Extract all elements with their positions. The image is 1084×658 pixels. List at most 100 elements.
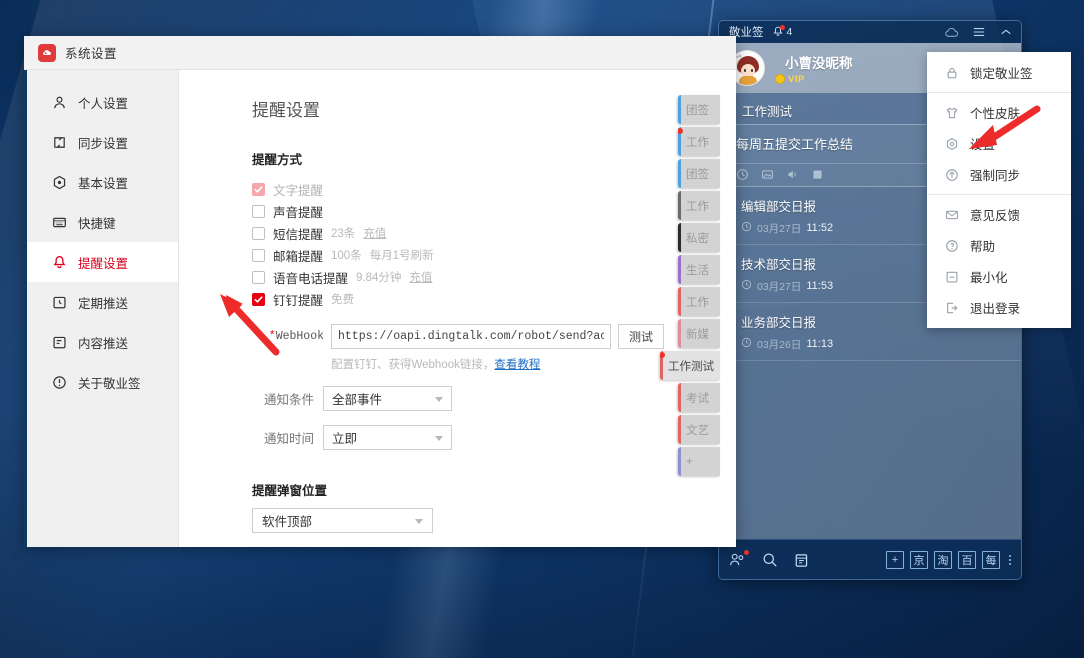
menu-item-label: 最小化: [970, 271, 1008, 285]
quick-link-button-2[interactable]: 京: [910, 550, 928, 569]
category-tab[interactable]: 私密: [678, 223, 720, 252]
category-tab[interactable]: 文艺: [678, 415, 720, 444]
jyq-bottom-toolbar[interactable]: + 京淘百每: [719, 539, 1021, 579]
hamburger-menu-icon[interactable]: [972, 26, 986, 38]
tab-label: 新媒: [686, 328, 709, 341]
envelope-icon: [944, 207, 959, 222]
sidebar-item-1[interactable]: 个人设置: [27, 82, 178, 122]
reminder-method-label: 文字提醒: [273, 183, 324, 198]
jyq-context-menu[interactable]: 锁定敬业签个性皮肤设置强制同步意见反馈帮助最小化退出登录: [927, 52, 1071, 328]
clock-icon[interactable]: [736, 168, 749, 181]
sidebar-item-2[interactable]: 同步设置: [27, 122, 178, 162]
recharge-link[interactable]: 充值: [363, 225, 386, 241]
category-tab[interactable]: 团签: [678, 159, 720, 188]
jyq-titlebar: 敬业签 4: [719, 21, 1021, 43]
bell-icon[interactable]: [772, 25, 785, 38]
menu-item-5[interactable]: 意见反馈: [927, 199, 1071, 230]
category-tab[interactable]: 工作测试: [660, 351, 720, 380]
system-settings-window[interactable]: 系统设置 个人设置同步设置 基本设置快捷键提醒设置 定期推送 内容推送关于敬业签 提醒…: [24, 36, 736, 547]
sidebar-item-label: 快捷键: [78, 216, 116, 231]
reminder-method-label: 短信提醒: [273, 227, 324, 242]
sidebar-item-7[interactable]: 内容推送: [27, 322, 178, 362]
note-title: 业务部交日报: [741, 316, 817, 330]
menu-item-7[interactable]: 最小化: [927, 261, 1071, 292]
sound-icon[interactable]: [786, 168, 799, 181]
note-time: 11:52: [806, 222, 834, 234]
sidebar-item-6[interactable]: 定期推送: [27, 282, 178, 322]
popup-position-value: 软件顶部: [262, 515, 313, 529]
sidebar-item-4[interactable]: 快捷键: [27, 202, 178, 242]
menu-separator: [927, 194, 1071, 195]
category-tab[interactable]: 新媒: [678, 319, 720, 348]
sync-icon: [52, 135, 67, 150]
stop-icon[interactable]: [811, 168, 824, 181]
search-icon[interactable]: [762, 552, 778, 568]
chevron-up-icon[interactable]: [999, 26, 1013, 38]
webhook-test-button[interactable]: 测试: [618, 324, 664, 349]
recharge-link[interactable]: 充值: [409, 269, 432, 285]
tab-label: 团签: [686, 168, 709, 181]
category-tab-strip[interactable]: 团签 工作 团签 工作 私密 生活 工作 新媒 工作测试 考试 文艺 +: [660, 95, 720, 476]
sidebar-item-label: 关于敬业签: [78, 376, 141, 391]
category-tab[interactable]: 工作: [678, 191, 720, 220]
menu-item-8[interactable]: 退出登录: [927, 292, 1071, 323]
notify-time-value: 立即: [332, 432, 358, 446]
tab-label: 考试: [686, 392, 709, 405]
tab-label: 私密: [686, 232, 709, 245]
settings-window-title: 系统设置: [65, 47, 118, 61]
category-tab[interactable]: 工作: [678, 127, 720, 156]
quick-links[interactable]: + 京淘百每: [886, 550, 1011, 569]
category-tab[interactable]: 考试: [678, 383, 720, 412]
menu-item-4[interactable]: 强制同步: [927, 159, 1071, 190]
menu-item-1[interactable]: 锁定敬业签: [927, 57, 1071, 88]
note-date: 03月27日: [757, 280, 802, 293]
reminder-method-quota: 100条: [331, 250, 362, 262]
cloud-icon[interactable]: [944, 26, 959, 39]
sidebar-item-8[interactable]: 关于敬业签: [27, 362, 178, 402]
category-tab[interactable]: +: [678, 447, 720, 476]
chevron-down-icon: [435, 396, 443, 402]
settings-sidebar[interactable]: 个人设置同步设置 基本设置快捷键提醒设置 定期推送 内容推送关于敬业签: [24, 70, 179, 547]
menu-item-label: 帮助: [970, 240, 996, 254]
note-time: 11:53: [806, 280, 834, 292]
quick-link-button-1[interactable]: +: [886, 550, 904, 569]
bell-icon: [52, 255, 67, 270]
friends-icon[interactable]: [729, 550, 749, 567]
menu-item-6[interactable]: 帮助: [927, 230, 1071, 261]
info-icon: [52, 375, 67, 390]
note-time: 11:13: [806, 338, 834, 350]
tab-label: 工作测试: [668, 360, 714, 373]
arrow-up-circle-icon: [944, 167, 959, 182]
reminder-method-quota: 免费: [331, 294, 355, 306]
sidebar-item-3[interactable]: 基本设置: [27, 162, 178, 202]
category-tab[interactable]: 团签: [678, 95, 720, 124]
tab-label: 工作: [686, 136, 709, 149]
clock-box-icon: [52, 295, 67, 310]
image-icon[interactable]: [761, 168, 774, 181]
question-circle-icon: [944, 238, 959, 253]
checkbox-icon[interactable]: [252, 204, 265, 218]
quick-link-button-4[interactable]: 百: [958, 550, 976, 569]
tab-label: 工作: [686, 200, 709, 213]
checkbox-icon[interactable]: [252, 248, 265, 262]
menu-item-label: 意见反馈: [970, 209, 1021, 223]
note-title: 技术部交日报: [741, 258, 817, 272]
reminder-method-label: 邮箱提醒: [273, 249, 324, 264]
sidebar-item-5[interactable]: 提醒设置: [27, 242, 178, 282]
more-vertical-icon[interactable]: [1009, 554, 1011, 565]
quick-link-button-5[interactable]: 每: [982, 550, 1000, 569]
checkbox-icon[interactable]: [252, 270, 265, 284]
keyboard-icon: [52, 215, 67, 230]
sidebar-item-label: 个人设置: [78, 96, 129, 111]
webhook-input[interactable]: [331, 324, 611, 349]
notify-condition-select[interactable]: 全部事件: [323, 386, 452, 411]
category-tab[interactable]: 工作: [678, 287, 720, 316]
view-tutorial-link[interactable]: 查看教程: [494, 359, 540, 371]
calendar-icon[interactable]: [794, 552, 809, 568]
checkbox-icon[interactable]: [252, 182, 265, 196]
notify-time-select[interactable]: 立即: [323, 425, 452, 450]
category-tab[interactable]: 生活: [678, 255, 720, 284]
checkbox-icon[interactable]: [252, 226, 265, 240]
quick-link-button-3[interactable]: 淘: [934, 550, 952, 569]
popup-position-select[interactable]: 软件顶部: [252, 508, 433, 533]
